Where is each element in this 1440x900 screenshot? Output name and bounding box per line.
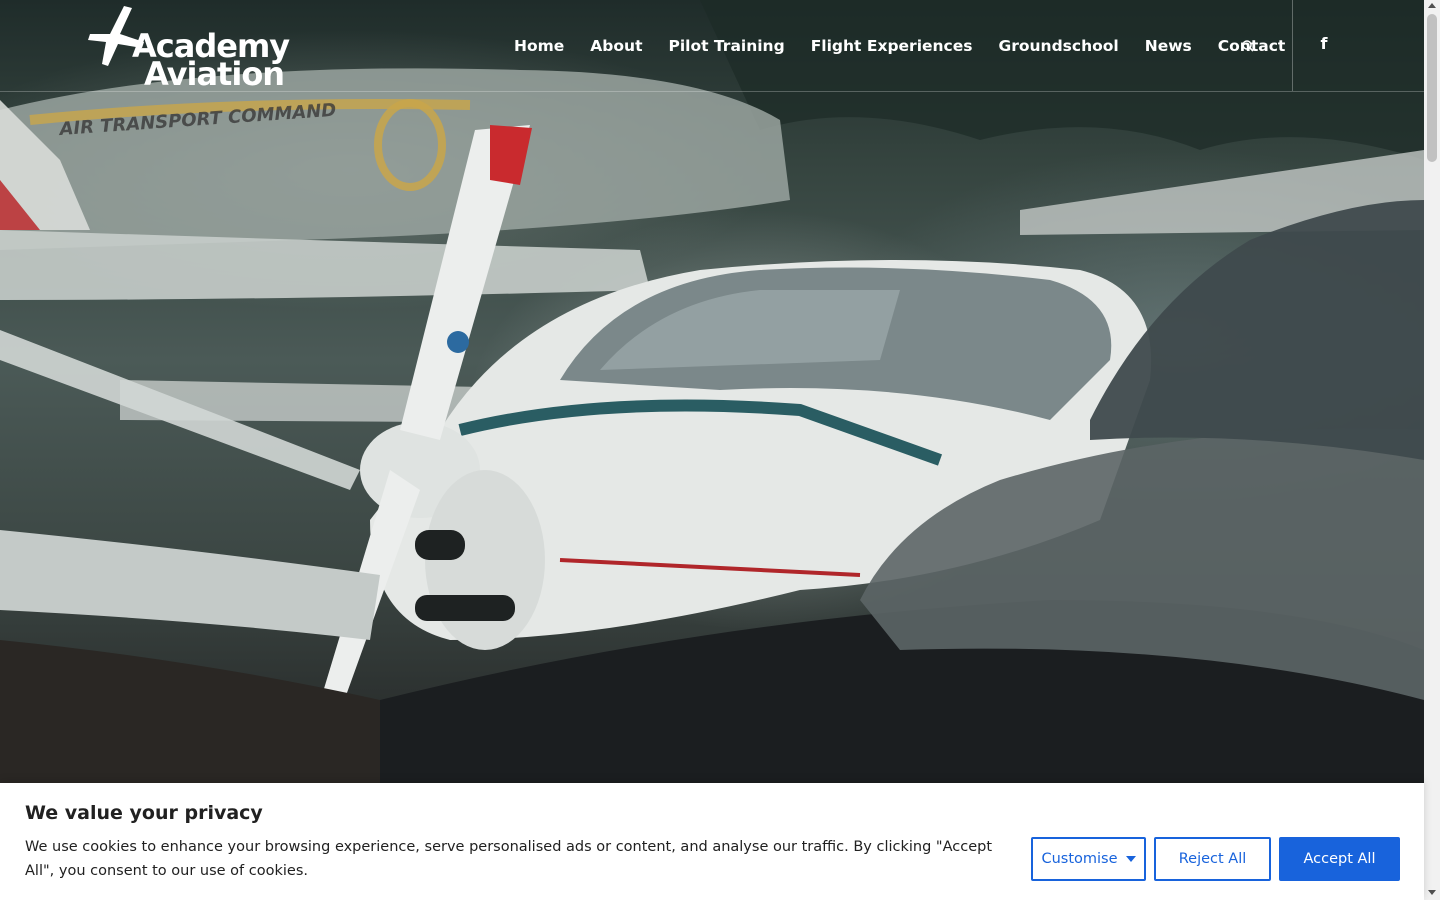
nav-item-news[interactable]: News: [1132, 37, 1205, 55]
customise-button[interactable]: Customise: [1031, 837, 1146, 881]
cookie-banner-title: We value your privacy: [25, 802, 263, 824]
customise-button-label: Customise: [1041, 851, 1118, 867]
scrollbar-thumb[interactable]: [1427, 14, 1437, 162]
accept-all-button[interactable]: Accept All: [1279, 837, 1400, 881]
site-header: Academy Aviation Home About Pilot Traini…: [0, 0, 1424, 92]
nav-item-about[interactable]: About: [577, 37, 655, 55]
search-button[interactable]: [1238, 36, 1258, 56]
reject-all-button[interactable]: Reject All: [1154, 837, 1271, 881]
nav-item-home[interactable]: Home: [501, 37, 577, 55]
cookie-banner-text: We use cookies to enhance your browsing …: [25, 839, 993, 879]
nav-item-groundschool[interactable]: Groundschool: [985, 37, 1131, 55]
search-icon: [1242, 40, 1254, 52]
reject-all-label: Reject All: [1178, 851, 1247, 867]
main-nav: Home About Pilot Training Flight Experie…: [501, 0, 1298, 92]
page-scrollbar[interactable]: [1424, 0, 1440, 900]
accept-all-label: Accept All: [1303, 851, 1376, 867]
nav-item-flight-experiences[interactable]: Flight Experiences: [798, 37, 986, 55]
cookie-consent-banner: We value your privacy We use cookies to …: [0, 783, 1424, 900]
hero-image: AIR TRANSPORT COMMAND: [0, 0, 1424, 900]
scroll-down-arrow-icon[interactable]: [1428, 890, 1436, 895]
hero-aircraft-illustration: AIR TRANSPORT COMMAND: [0, 0, 1424, 900]
site-logo[interactable]: Academy Aviation: [84, 4, 290, 93]
scroll-up-arrow-icon[interactable]: [1428, 3, 1436, 8]
caret-down-icon: [1125, 856, 1136, 862]
nav-item-pilot-training[interactable]: Pilot Training: [655, 37, 797, 55]
facebook-icon: f: [1320, 34, 1328, 53]
facebook-link[interactable]: f: [1314, 34, 1334, 56]
logo-text-aviation: Aviation: [144, 55, 285, 93]
header-divider: [1292, 0, 1293, 91]
